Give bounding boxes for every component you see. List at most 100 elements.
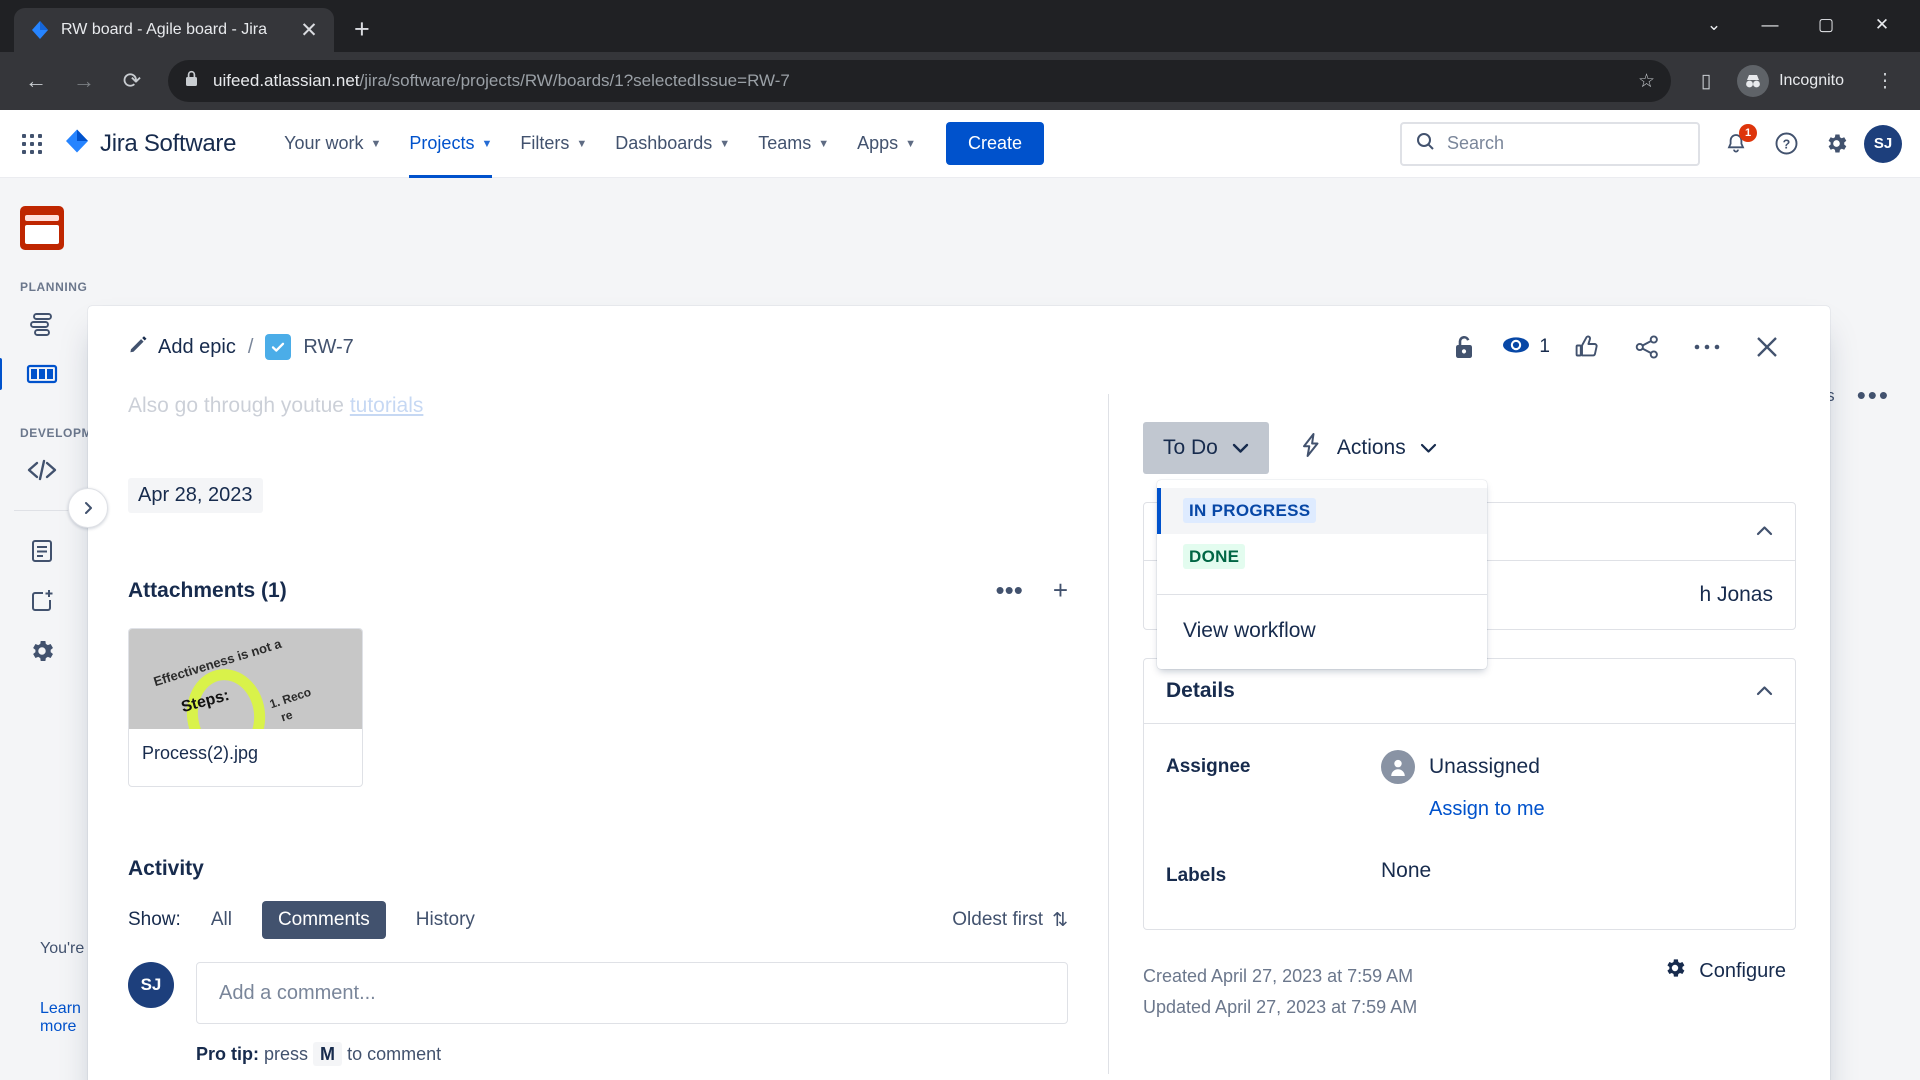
tab-comments[interactable]: Comments — [261, 901, 386, 939]
help-icon[interactable]: ? — [1764, 122, 1808, 166]
labels-value[interactable]: None — [1381, 859, 1431, 883]
nav-dashboards[interactable]: Dashboards ▼ — [601, 110, 744, 178]
nav-right-icons: 1 ? SJ — [1714, 122, 1902, 166]
sort-button[interactable]: Oldest first ⇅ — [952, 909, 1068, 932]
share-icon[interactable] — [1624, 324, 1670, 370]
attachment-card[interactable]: Effectiveness is not a Steps: 1. Reco re… — [128, 628, 363, 787]
sidebar-section-development: DEVELOPMENT — [20, 426, 118, 440]
star-icon[interactable]: ☆ — [1628, 70, 1655, 93]
breadcrumb-separator: / — [247, 335, 254, 358]
breadcrumb: Add epic / RW-7 — [128, 334, 354, 360]
avatar[interactable]: SJ — [1864, 124, 1902, 163]
maximize-icon[interactable]: ▢ — [1798, 4, 1854, 46]
attachments-actions: ••• + — [996, 575, 1069, 606]
tab-title: RW board - Agile board - Jira — [61, 21, 268, 38]
close-icon[interactable]: ✕ — [1854, 4, 1910, 46]
issue-key[interactable]: RW-7 — [303, 336, 353, 359]
incognito-label: Incognito — [1779, 72, 1844, 89]
sidebar-item-backlog[interactable] — [20, 302, 64, 346]
add-epic-button[interactable]: Add epic — [128, 334, 236, 360]
issue-detail-modal: Add epic / RW-7 1 Also go through youtue… — [68, 306, 1830, 1080]
app-switcher-icon[interactable] — [22, 133, 42, 154]
chevron-up-icon[interactable] — [1756, 683, 1773, 700]
close-icon[interactable] — [1744, 324, 1790, 370]
tab-all[interactable]: All — [195, 901, 248, 939]
watch-count: 1 — [1539, 336, 1550, 357]
jira-top-nav: Jira Software Your work ▼ Projects ▼ Filte… — [0, 110, 1920, 178]
sidebar-item-code[interactable] — [20, 448, 64, 492]
nav-apps[interactable]: Apps ▼ — [843, 110, 930, 178]
side-panel-icon[interactable]: ▯ — [1685, 60, 1727, 102]
chevron-down-icon: ▼ — [481, 137, 493, 150]
nav-label: Projects — [409, 133, 475, 153]
attachment-thumbnail: Effectiveness is not a Steps: 1. Reco re — [129, 629, 362, 729]
back-arrow-icon[interactable]: ← — [14, 59, 58, 103]
configure-label: Configure — [1699, 959, 1786, 982]
pro-tip: Pro tip: press M to comment — [196, 1042, 1068, 1066]
chevron-up-icon[interactable] — [1756, 523, 1773, 540]
comment-input[interactable]: Add a comment... — [196, 962, 1068, 1024]
address-bar[interactable]: uifeed.atlassian.net/jira/software/proje… — [168, 60, 1672, 102]
sidebar-learn-more-link[interactable]: Learn more — [40, 1000, 84, 1036]
pro-tip-text-1: press — [264, 1044, 309, 1064]
new-tab-button[interactable]: + — [354, 16, 370, 43]
close-icon[interactable]: ✕ — [296, 20, 322, 41]
thumb-text-4: re — [279, 707, 295, 725]
more-horizontal-icon[interactable]: ••• — [1857, 380, 1890, 411]
more-options-icon[interactable] — [1684, 324, 1730, 370]
nav-filters[interactable]: Filters ▼ — [506, 110, 601, 178]
create-button[interactable]: Create — [946, 122, 1045, 165]
nav-teams[interactable]: Teams ▼ — [744, 110, 843, 178]
assignee-field: Assignee Unassigned Assign to me — [1166, 750, 1773, 821]
sidebar-item-board[interactable] — [0, 352, 64, 396]
view-workflow-link[interactable]: View workflow — [1157, 595, 1487, 669]
more-horizontal-icon[interactable]: ••• — [996, 575, 1023, 606]
incognito-indicator[interactable]: Incognito — [1731, 60, 1860, 102]
labels-field: Labels None — [1166, 859, 1773, 887]
sort-icon: ⇅ — [1052, 909, 1068, 931]
jira-brand[interactable]: Jira Software — [64, 128, 236, 159]
gear-icon[interactable] — [1814, 122, 1858, 166]
labels-label: Labels — [1166, 865, 1227, 886]
lock-icon[interactable] — [1441, 324, 1487, 370]
tab-history[interactable]: History — [400, 901, 491, 939]
chevron-down-icon: ▼ — [576, 137, 588, 150]
project-avatar-icon[interactable] — [20, 206, 64, 250]
nav-your-work[interactable]: Your work ▼ — [270, 110, 395, 178]
search-input[interactable]: Search — [1400, 121, 1700, 166]
kebab-menu-icon[interactable]: ⋮ — [1864, 60, 1906, 102]
status-option-label: IN PROGRESS — [1183, 498, 1317, 523]
thumbs-up-icon[interactable] — [1564, 324, 1610, 370]
avatar: SJ — [128, 962, 174, 1008]
status-option-done[interactable]: DONE — [1157, 534, 1487, 580]
url-domain: uifeed.atlassian.net — [213, 71, 360, 90]
assignee-value[interactable]: Unassigned — [1381, 750, 1545, 784]
watch-button[interactable]: 1 — [1501, 334, 1550, 361]
assign-to-me-link[interactable]: Assign to me — [1429, 798, 1545, 821]
forward-arrow-icon[interactable]: → — [62, 59, 106, 103]
nav-projects[interactable]: Projects ▼ — [395, 110, 506, 178]
chevron-down-icon: ▼ — [905, 137, 917, 150]
collapse-panel-button[interactable] — [68, 488, 108, 528]
assignee-name: Unassigned — [1429, 755, 1540, 778]
description-link[interactable]: tutorials — [350, 394, 424, 417]
actions-dropdown-button[interactable]: Actions — [1299, 432, 1437, 464]
updated-timestamp: Updated April 27, 2023 at 7:59 AM — [1143, 997, 1418, 1017]
chevron-down-icon[interactable]: ⌄ — [1686, 4, 1742, 46]
configure-button[interactable]: Configure — [1663, 956, 1796, 986]
issue-meta-row: Created April 27, 2023 at 7:59 AM Update… — [1143, 956, 1796, 1018]
sidebar-item-add-shortcut[interactable] — [20, 579, 64, 623]
sidebar-footer-text: You're in a team-managed project — [40, 940, 279, 957]
status-dropdown-button[interactable]: To Do — [1143, 422, 1269, 474]
url-text: uifeed.atlassian.net/jira/software/proje… — [213, 71, 790, 91]
show-label: Show: — [128, 909, 181, 930]
bell-icon[interactable]: 1 — [1714, 122, 1758, 166]
brand-name: Jira Software — [100, 129, 237, 157]
reload-icon[interactable]: ⟳ — [110, 59, 154, 103]
status-option-in-progress[interactable]: IN PROGRESS — [1157, 488, 1487, 534]
sidebar-item-project-pages[interactable] — [20, 529, 64, 573]
minimize-icon[interactable]: — — [1742, 4, 1798, 46]
plus-icon[interactable]: + — [1053, 575, 1068, 606]
sidebar-item-project-settings[interactable] — [20, 629, 64, 673]
browser-tab[interactable]: RW board - Agile board - Jira ✕ — [14, 8, 334, 52]
